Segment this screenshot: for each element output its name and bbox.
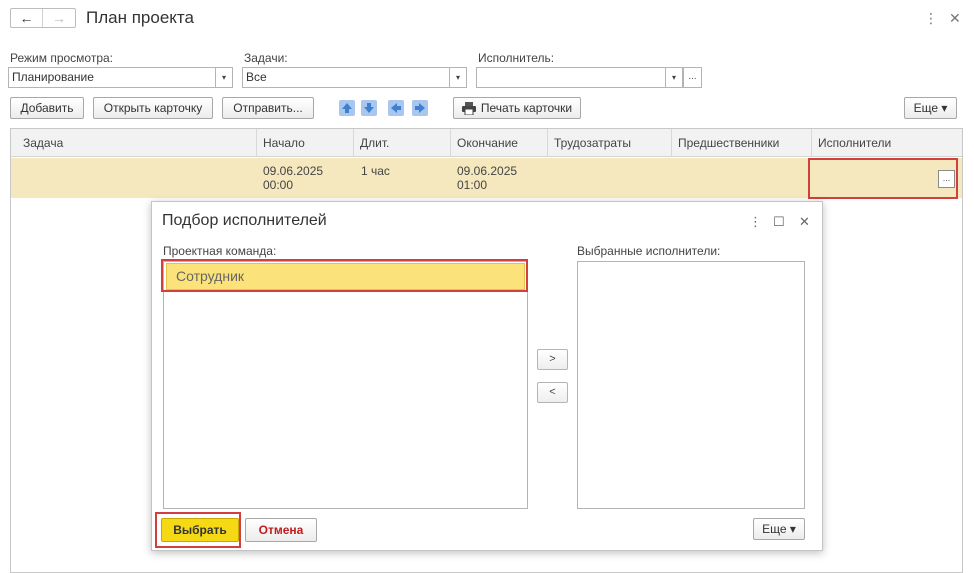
open-card-button[interactable]: Открыть карточку xyxy=(93,97,213,119)
column-header-executors[interactable]: Исполнители xyxy=(811,129,962,157)
maximize-icon[interactable]: ☐ xyxy=(773,214,785,230)
team-item-highlight xyxy=(161,259,528,292)
select-executors-dialog: Подбор исполнителей ⋮ ☐ ✕ Проектная кома… xyxy=(151,201,823,551)
more-actions-icon[interactable]: ⋮ xyxy=(924,10,938,27)
chevron-down-icon[interactable]: ▾ xyxy=(665,67,683,88)
print-card-button[interactable]: Печать карточки xyxy=(453,97,581,119)
executor-label: Исполнитель: xyxy=(478,51,555,65)
end-time: 01:00 xyxy=(457,178,488,192)
end-date: 09.06.2025 xyxy=(457,164,518,178)
page-title: План проекта xyxy=(86,8,194,27)
back-arrow-icon[interactable]: ← xyxy=(11,9,43,27)
select-button-highlight xyxy=(155,512,241,548)
add-to-selected-button[interactable]: > xyxy=(537,349,568,370)
chevron-down-icon[interactable]: ▾ xyxy=(449,67,467,88)
add-button[interactable]: Добавить xyxy=(10,97,84,119)
arrow-left-icon[interactable] xyxy=(386,97,406,119)
project-team-label: Проектная команда: xyxy=(163,244,277,258)
more-button[interactable]: Еще ▾ xyxy=(904,97,957,119)
cancel-button[interactable]: Отмена xyxy=(245,518,317,542)
executor-field[interactable] xyxy=(476,67,666,88)
table-header: Задача Начало Длит. Окончание Трудозатра… xyxy=(11,129,962,157)
start-date: 09.06.2025 xyxy=(263,164,324,178)
view-mode-select[interactable]: Планирование xyxy=(8,67,216,88)
printer-icon xyxy=(461,101,476,115)
selected-executors-list[interactable] xyxy=(577,261,805,509)
dialog-close-icon[interactable]: ✕ xyxy=(799,214,810,230)
print-card-label: Печать карточки xyxy=(480,101,573,115)
executors-select-button[interactable]: ... xyxy=(938,170,955,188)
column-header-duration[interactable]: Длит. xyxy=(353,129,450,157)
column-header-task[interactable]: Задача xyxy=(11,129,256,157)
end-cell[interactable]: 09.06.2025 01:00 xyxy=(457,164,517,192)
tasks-select[interactable]: Все xyxy=(242,67,450,88)
selected-executors-label: Выбранные исполнители: xyxy=(577,244,721,258)
send-button[interactable]: Отправить... xyxy=(222,97,314,119)
chevron-down-icon[interactable]: ▾ xyxy=(215,67,233,88)
start-time: 00:00 xyxy=(263,178,294,192)
executor-choose-button[interactable]: ... xyxy=(683,67,702,88)
arrow-up-icon[interactable] xyxy=(337,97,357,119)
main-window: ← → План проекта ⋮ ✕ Режим просмотра: Пл… xyxy=(0,0,974,573)
tasks-label: Задачи: xyxy=(244,51,288,65)
arrow-right-icon[interactable] xyxy=(410,97,430,119)
navigation-buttons: ← → xyxy=(10,8,76,28)
forward-arrow-icon[interactable]: → xyxy=(43,9,75,27)
project-team-list[interactable]: Сотрудник xyxy=(163,261,528,509)
arrow-down-icon[interactable] xyxy=(359,97,379,119)
close-icon[interactable]: ✕ xyxy=(949,10,961,27)
dialog-more-icon[interactable]: ⋮ xyxy=(749,214,762,230)
start-cell[interactable]: 09.06.2025 00:00 xyxy=(263,164,323,192)
column-header-end[interactable]: Окончание xyxy=(450,129,547,157)
duration-cell[interactable]: 1 час xyxy=(361,164,390,178)
column-header-labor[interactable]: Трудозатраты xyxy=(547,129,671,157)
remove-from-selected-button[interactable]: < xyxy=(537,382,568,403)
dialog-title: Подбор исполнителей xyxy=(162,212,327,229)
view-mode-label: Режим просмотра: xyxy=(10,51,114,65)
column-header-predecessors[interactable]: Предшественники xyxy=(671,129,811,157)
dialog-more-button[interactable]: Еще ▾ xyxy=(753,518,805,540)
column-header-start[interactable]: Начало xyxy=(256,129,353,157)
executors-cell-highlight xyxy=(808,158,958,199)
